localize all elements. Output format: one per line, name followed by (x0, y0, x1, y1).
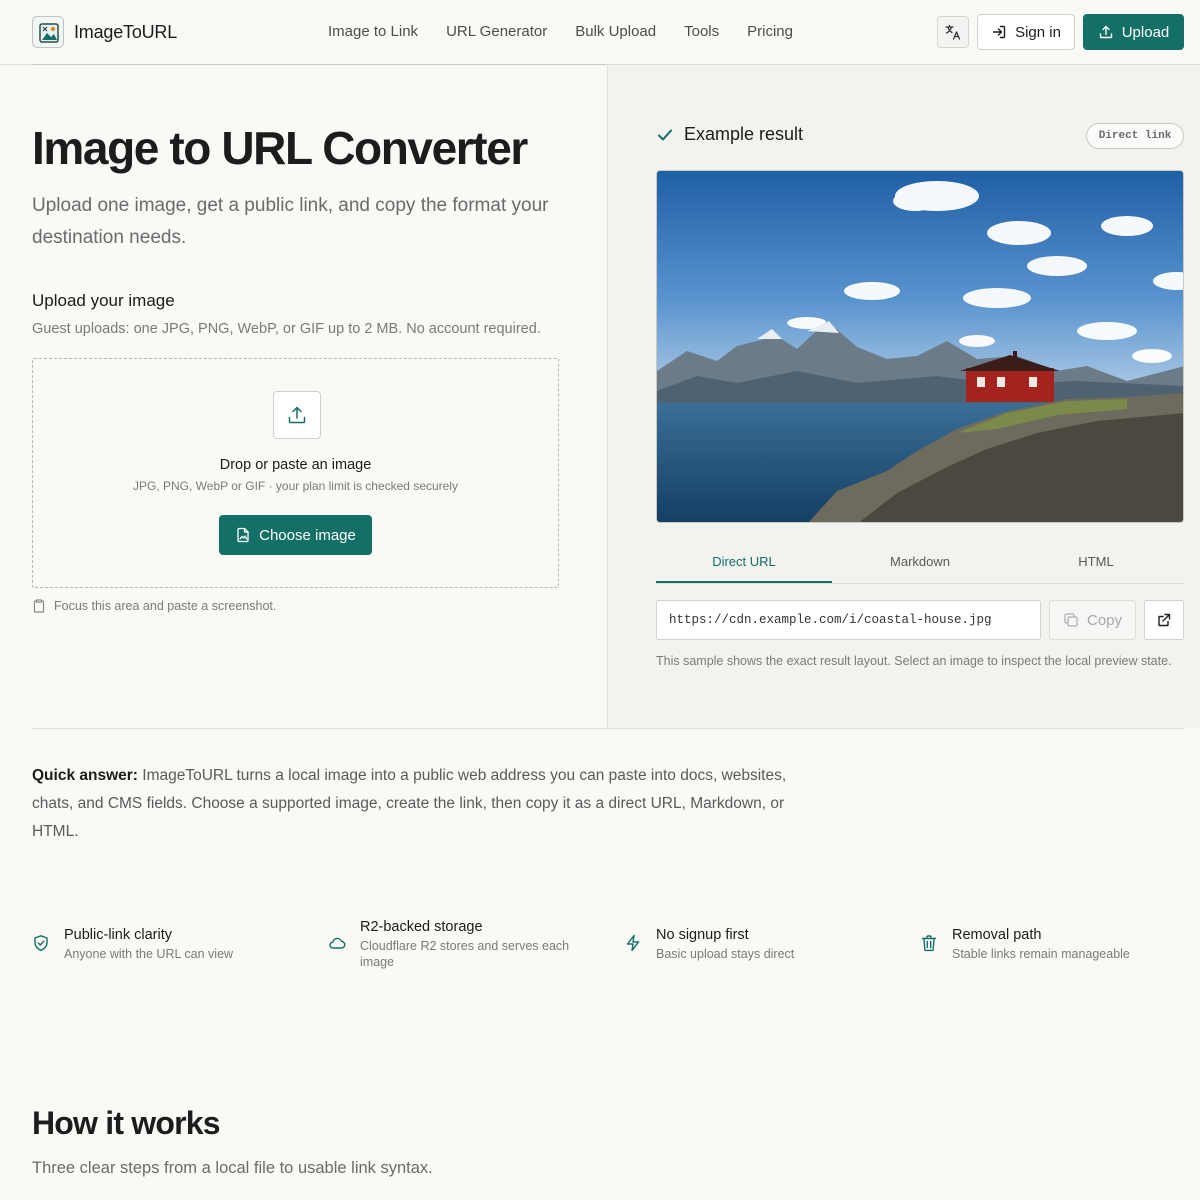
main-nav: Image to Link URL Generator Bulk Upload … (328, 23, 793, 40)
example-result-heading: Example result (656, 124, 803, 145)
paste-hint-text: Focus this area and paste a screenshot. (54, 599, 277, 613)
how-it-works-subtitle: Three clear steps from a local file to u… (32, 1159, 433, 1177)
nav-tools[interactable]: Tools (684, 23, 719, 40)
page-title: Image to URL Converter (32, 122, 528, 174)
lightning-icon (624, 934, 642, 952)
feature-removal: Removal path Stable links remain managea… (920, 926, 1130, 962)
feature-public-link: Public-link clarity Anyone with the URL … (32, 926, 233, 962)
upload-icon (1098, 24, 1114, 40)
sign-in-label: Sign in (1015, 23, 1061, 41)
page-subtitle: Upload one image, get a public link, and… (32, 195, 549, 248)
language-button[interactable] (937, 16, 969, 48)
image-file-icon (235, 527, 251, 543)
clipboard-icon (32, 599, 46, 613)
sign-in-icon (991, 24, 1007, 40)
copy-icon (1063, 612, 1079, 628)
feature-storage: R2-backed storage Cloudflare R2 stores a… (328, 918, 588, 970)
paste-hint: Focus this area and paste a screenshot. (32, 599, 276, 613)
sample-note: This sample shows the exact result layou… (656, 654, 1172, 668)
external-link-icon (1156, 612, 1172, 628)
upload-label: Upload (1121, 23, 1170, 41)
brand-name: ImageToURL (74, 21, 178, 42)
quick-answer-label: Quick answer: (32, 767, 138, 784)
upload-heading: Upload your image (32, 291, 175, 310)
cloud-icon (328, 934, 346, 952)
dropzone-upload-icon (273, 391, 321, 439)
section-divider (32, 728, 1184, 729)
open-link-button[interactable] (1144, 600, 1184, 640)
example-image (656, 170, 1184, 523)
format-tabs: Direct URL Markdown HTML (656, 543, 1184, 584)
quick-answer-text: ImageToURL turns a local image into a pu… (32, 767, 787, 840)
feature-title: Public-link clarity (64, 927, 172, 943)
header-upload-button[interactable]: Upload (1083, 14, 1184, 50)
tab-html[interactable]: HTML (1008, 543, 1184, 583)
site-header: ImageToURL Image to Link URL Generator B… (0, 0, 1200, 65)
upload-note: Guest uploads: one JPG, PNG, WebP, or GI… (32, 321, 541, 337)
sign-in-button[interactable]: Sign in (977, 14, 1075, 50)
dropzone-subtitle: JPG, PNG, WebP or GIF · your plan limit … (133, 479, 458, 493)
feature-desc: Anyone with the URL can view (64, 947, 234, 961)
copy-label: Copy (1086, 611, 1123, 629)
feature-no-signup: No signup first Basic upload stays direc… (624, 926, 794, 962)
result-url-field[interactable]: https://cdn.example.com/i/coastal-house.… (656, 600, 1041, 640)
quick-answer: Quick answer: ImageToURL turns a local i… (32, 762, 802, 846)
direct-link-badge: Direct link (1086, 123, 1184, 149)
feature-title: Removal path (952, 927, 1042, 943)
shield-check-icon (32, 934, 50, 952)
choose-image-label: Choose image (259, 526, 356, 544)
feature-desc: Basic upload stays direct (656, 947, 795, 961)
header-rule (32, 64, 607, 65)
nav-bulk-upload[interactable]: Bulk Upload (575, 23, 656, 40)
dropzone-title: Drop or paste an image (219, 457, 372, 473)
feature-desc: Cloudflare R2 stores and serves each ima… (360, 939, 570, 969)
feature-desc: Stable links remain manageable (952, 947, 1130, 961)
feature-title: No signup first (656, 927, 749, 943)
brand-logo-icon (32, 16, 64, 48)
trash-icon (920, 934, 938, 952)
tab-direct-url[interactable]: Direct URL (656, 543, 832, 583)
choose-image-button[interactable]: Choose image (219, 515, 372, 555)
copy-button[interactable]: Copy (1049, 600, 1136, 640)
translate-icon (944, 23, 962, 41)
brand[interactable]: ImageToURL (32, 16, 177, 48)
hero-divider (607, 65, 608, 728)
how-it-works-title: How it works (32, 1105, 221, 1141)
example-result-title: Example result (684, 124, 804, 144)
check-icon (656, 126, 674, 144)
nav-image-to-link[interactable]: Image to Link (328, 23, 418, 40)
tab-markdown[interactable]: Markdown (832, 543, 1008, 583)
feature-title: R2-backed storage (360, 919, 483, 935)
nav-pricing[interactable]: Pricing (747, 23, 793, 40)
upload-dropzone[interactable]: Drop or paste an image JPG, PNG, WebP or… (32, 358, 559, 588)
nav-url-generator[interactable]: URL Generator (446, 23, 547, 40)
